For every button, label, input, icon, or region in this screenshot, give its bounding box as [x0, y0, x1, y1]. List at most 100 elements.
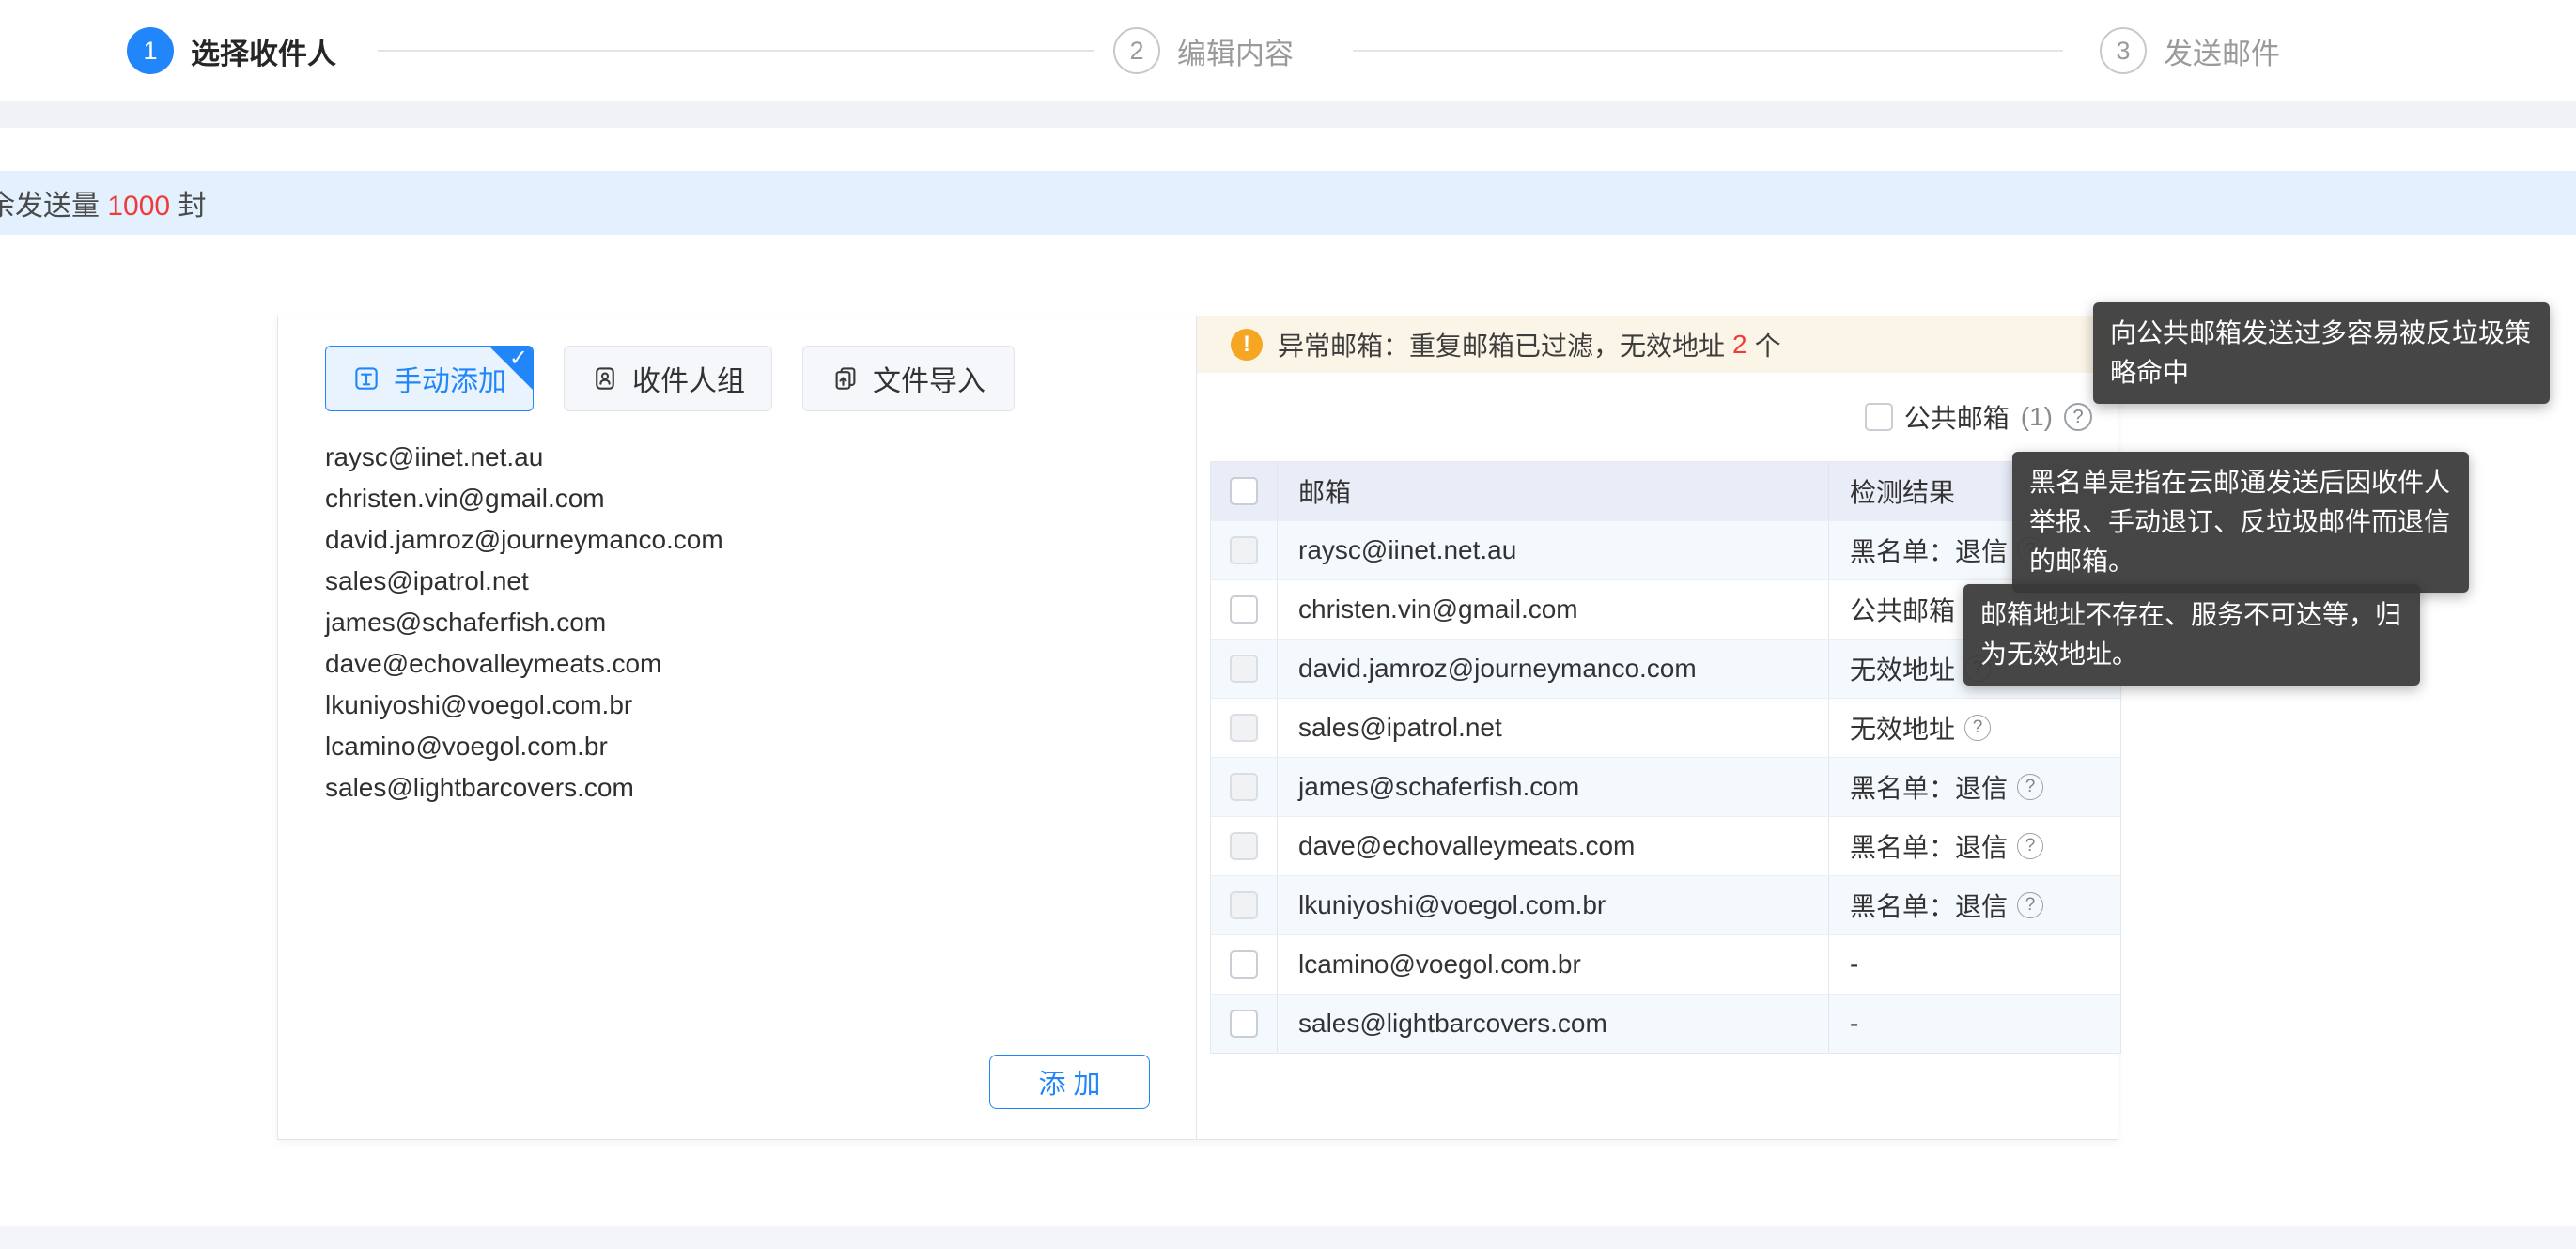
row-result-cell: 无效地址 ?	[1829, 699, 2120, 757]
row-result: -	[1850, 949, 1858, 979]
invalid-count: 2	[1732, 330, 1747, 360]
row-checkbox-cell	[1211, 699, 1278, 757]
row-checkbox-cell	[1211, 580, 1278, 639]
warning-icon: !	[1231, 329, 1263, 361]
email-line: david.jamroz@journeymanco.com	[325, 519, 1152, 561]
step-number-badge: 3	[2100, 27, 2147, 74]
row-checkbox	[1230, 536, 1258, 564]
row-checkbox-cell	[1211, 521, 1278, 579]
quota-text-prefix: 余发送量	[0, 191, 100, 222]
row-result: 黑名单：退信	[1850, 532, 2008, 569]
help-icon[interactable]: ?	[2017, 892, 2043, 918]
help-icon[interactable]: ?	[2017, 833, 2043, 859]
email-line: raysc@iinet.net.au	[325, 437, 1152, 478]
row-result: 黑名单：退信	[1850, 827, 2008, 865]
header-checkbox-cell	[1211, 462, 1278, 520]
recipient-picker-panel: 手动添加 ✓ 收件人组 文件导入	[277, 316, 2118, 1140]
email-line: james@schaferfish.com	[325, 602, 1152, 643]
file-import-icon	[831, 364, 860, 393]
tab-manual-add[interactable]: 手动添加 ✓	[325, 346, 534, 411]
select-all-checkbox[interactable]	[1230, 477, 1258, 505]
header-separator-band	[0, 101, 2576, 128]
row-checkbox-cell	[1211, 640, 1278, 698]
manual-add-section: 手动添加 ✓ 收件人组 文件导入	[278, 316, 1196, 1139]
email-line: christen.vin@gmail.com	[325, 478, 1152, 519]
row-result: 无效地址	[1850, 650, 1955, 687]
row-checkbox-cell	[1211, 758, 1278, 816]
step-send-mail[interactable]: 3 发送邮件	[2100, 0, 2280, 101]
check-result-table: 邮箱 检测结果 raysc@iinet.net.au 黑名单：退信 ?	[1210, 461, 2121, 1054]
row-result-cell: 黑名单：退信 ?	[1829, 758, 2120, 816]
tooltip-invalid-address: 邮箱地址不存在、服务不可达等，归为无效地址。	[1963, 584, 2420, 686]
recipient-group-icon	[591, 364, 619, 393]
tab-file-import[interactable]: 文件导入	[802, 346, 1015, 411]
step-number-badge: 2	[1113, 27, 1160, 74]
email-line: dave@echovalleymeats.com	[325, 643, 1152, 685]
row-result-cell: -	[1829, 995, 2120, 1053]
manual-emails-input[interactable]: raysc@iinet.net.auchristen.vin@gmail.com…	[325, 437, 1152, 809]
row-email: sales@ipatrol.net	[1278, 699, 1829, 757]
check-icon: ✓	[509, 347, 528, 370]
table-row: sales@ipatrol.net 无效地址 ?	[1211, 698, 2120, 757]
tab-recipient-group[interactable]: 收件人组	[564, 346, 772, 411]
public-mailbox-checkbox[interactable]	[1865, 403, 1893, 431]
row-result: 无效地址	[1850, 709, 1955, 747]
email-line: sales@lightbarcovers.com	[325, 767, 1152, 809]
step-label: 编辑内容	[1177, 30, 1294, 72]
wizard-stepper: 1 选择收件人 2 编辑内容 3 发送邮件	[0, 0, 2576, 101]
row-email: raysc@iinet.net.au	[1278, 521, 1829, 579]
row-checkbox[interactable]	[1230, 1010, 1258, 1038]
tab-label: 文件导入	[873, 358, 985, 399]
row-checkbox[interactable]	[1230, 950, 1258, 979]
row-checkbox[interactable]	[1230, 595, 1258, 624]
warning-text-prefix: 异常邮箱：重复邮箱已过滤，无效地址	[1278, 326, 1725, 363]
manual-add-icon	[352, 364, 380, 393]
row-result: 黑名单：退信	[1850, 768, 2008, 806]
row-result: -	[1850, 1009, 1858, 1039]
row-email: sales@lightbarcovers.com	[1278, 995, 1829, 1053]
row-result-cell: 黑名单：退信 ?	[1829, 876, 2120, 934]
row-checkbox	[1230, 832, 1258, 860]
warning-text-suffix: 个	[1755, 326, 1781, 363]
table-row: james@schaferfish.com 黑名单：退信 ?	[1211, 757, 2120, 816]
public-mailbox-help-icon[interactable]: ?	[2064, 403, 2092, 431]
row-result-cell: 黑名单：退信 ?	[1829, 817, 2120, 875]
public-mailbox-filter: 公共邮箱 (1) ?	[1865, 395, 2092, 439]
row-checkbox	[1230, 773, 1258, 801]
tooltip-blacklist: 黑名单是指在云邮通发送后因收件人举报、手动退订、反垃圾邮件而退信的邮箱。	[2012, 452, 2469, 593]
table-row: sales@lightbarcovers.com -	[1211, 994, 2120, 1053]
column-header-email: 邮箱	[1278, 462, 1829, 520]
help-icon[interactable]: ?	[2017, 774, 2043, 800]
row-checkbox-cell	[1211, 995, 1278, 1053]
help-icon[interactable]: ?	[1964, 715, 1991, 741]
step-select-recipients[interactable]: 1 选择收件人	[127, 0, 336, 101]
abnormal-mailbox-warning: ! 异常邮箱：重复邮箱已过滤，无效地址 2 个	[1197, 316, 2118, 373]
row-result-cell: -	[1829, 935, 2120, 994]
quota-text-suffix: 封	[178, 191, 206, 222]
step-number-badge: 1	[127, 27, 174, 74]
row-checkbox-cell	[1211, 817, 1278, 875]
row-email: dave@echovalleymeats.com	[1278, 817, 1829, 875]
page-bottom-strip	[0, 1226, 2576, 1249]
email-line: lcamino@voegol.com.br	[325, 726, 1152, 767]
public-mailbox-count: (1)	[2021, 402, 2053, 432]
row-checkbox	[1230, 714, 1258, 742]
row-checkbox	[1230, 655, 1258, 683]
email-line: lkuniyoshi@voegol.com.br	[325, 685, 1152, 726]
table-row: lkuniyoshi@voegol.com.br 黑名单：退信 ?	[1211, 875, 2120, 934]
row-email: lcamino@voegol.com.br	[1278, 935, 1829, 994]
row-checkbox-cell	[1211, 876, 1278, 934]
step-label: 发送邮件	[2164, 30, 2280, 72]
row-result: 公共邮箱	[1850, 591, 1955, 628]
table-row: raysc@iinet.net.au 黑名单：退信 ?	[1211, 520, 2120, 579]
row-email: christen.vin@gmail.com	[1278, 580, 1829, 639]
add-button[interactable]: 添 加	[989, 1055, 1150, 1109]
row-email: david.jamroz@journeymanco.com	[1278, 640, 1829, 698]
tooltip-public-mailbox: 向公共邮箱发送过多容易被反垃圾策略命中	[2093, 302, 2550, 404]
row-checkbox	[1230, 891, 1258, 919]
send-quota-banner: 余发送量 1000 封	[0, 171, 2576, 235]
step-edit-content[interactable]: 2 编辑内容	[1113, 0, 1294, 101]
step-label: 选择收件人	[191, 30, 336, 72]
email-line: sales@ipatrol.net	[325, 561, 1152, 602]
row-result: 黑名单：退信	[1850, 887, 2008, 924]
